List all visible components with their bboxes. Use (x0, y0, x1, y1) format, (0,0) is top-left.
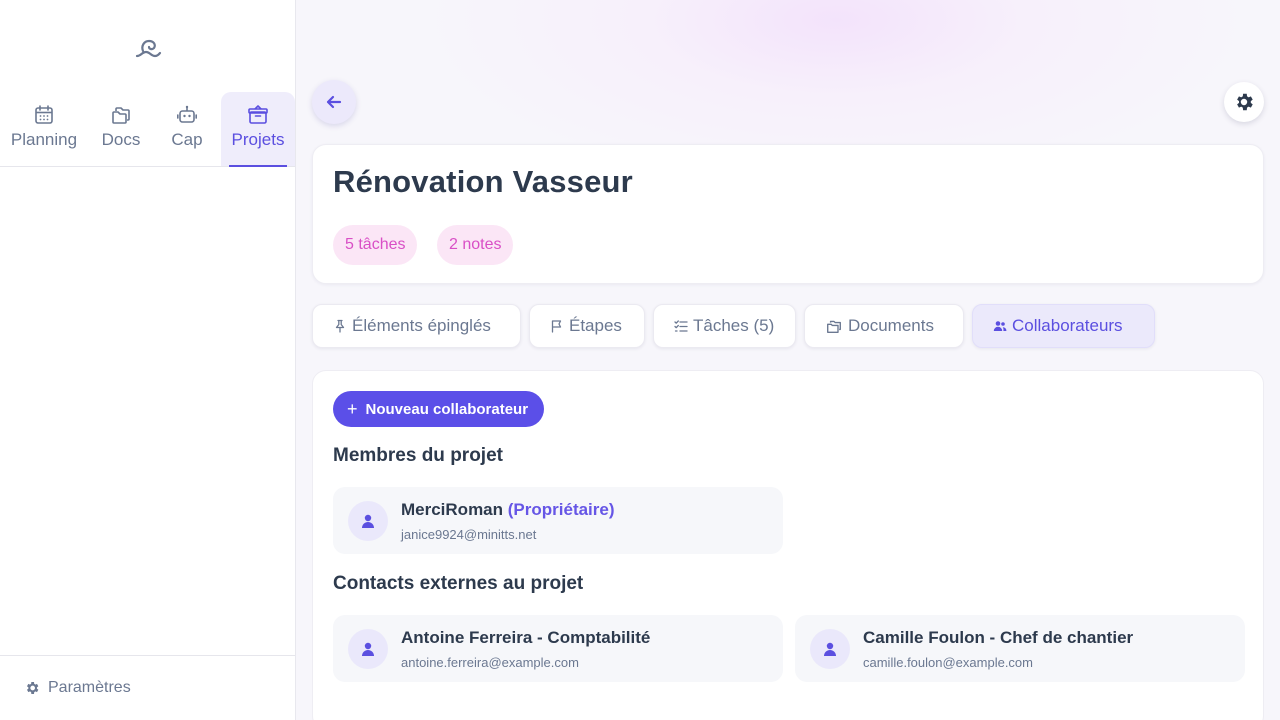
calendar-icon (35, 105, 53, 124)
new-collaborator-label: Nouveau collaborateur (365, 400, 529, 418)
user-icon (362, 642, 374, 656)
main-nav: Planning Docs Cap Projets (0, 92, 295, 167)
user-icon (824, 642, 836, 656)
plus-icon: + (347, 399, 358, 419)
notes-count-badge[interactable]: 2 notes (437, 225, 514, 265)
contact-email: camille.foulon@example.com (863, 655, 1033, 670)
settings-label: Paramètres (48, 679, 131, 696)
settings-link[interactable]: Paramètres (0, 655, 295, 720)
member-email: janice9924@minitts.net (401, 527, 537, 542)
external-section-title: Contacts externes au projet (333, 573, 584, 594)
nav-label: Docs (101, 130, 141, 149)
nav-label: Cap (171, 130, 203, 149)
user-icon (362, 514, 374, 528)
nav-item-cap[interactable]: Cap (160, 92, 214, 166)
nav-item-docs[interactable]: Docs (90, 92, 152, 166)
nav-item-projets[interactable]: Projets (221, 92, 295, 167)
avatar (348, 501, 388, 541)
member-name: MerciRoman (401, 500, 504, 519)
folders-icon (827, 320, 841, 333)
tab-stages[interactable]: Étapes (529, 304, 645, 348)
members-section-title: Membres du projet (333, 445, 503, 466)
avatar (810, 629, 850, 669)
tasks-count-badge[interactable]: 5 tâches (333, 225, 418, 265)
contact-email: antoine.ferreira@example.com (401, 655, 579, 670)
users-icon (993, 321, 1007, 331)
tab-label: Éléments épinglés (352, 316, 491, 335)
list-check-icon (674, 320, 688, 332)
owner-role: (Propriétaire) (507, 500, 615, 519)
pin-icon (335, 319, 345, 333)
external-contact-card[interactable]: Camille Foulon - Chef de chantier camill… (795, 615, 1245, 682)
member-card[interactable]: MerciRoman (Propriétaire) janice9924@min… (333, 487, 783, 554)
tab-label: Étapes (569, 316, 622, 335)
nav-label: Planning (10, 130, 78, 149)
tab-collaborators[interactable]: Collaborateurs (972, 304, 1155, 348)
contact-name: Antoine Ferreira - Comptabilité (401, 628, 651, 647)
external-contact-card[interactable]: Antoine Ferreira - Comptabilité antoine.… (333, 615, 783, 682)
back-button[interactable] (312, 80, 356, 124)
tab-label: Documents (848, 316, 934, 335)
nav-label: Projets (231, 130, 285, 149)
member-name-line: MerciRoman (Propriétaire) (401, 500, 615, 520)
main-area: Rénovation Vasseur 5 tâches 2 notes Élém… (296, 0, 1280, 720)
gear-icon (1237, 93, 1253, 111)
folders-icon (112, 107, 130, 124)
avatar (348, 629, 388, 669)
contact-name: Camille Foulon - Chef de chantier (863, 628, 1134, 647)
logo-wave-icon (135, 39, 162, 58)
project-header: Rénovation Vasseur 5 tâches 2 notes (312, 144, 1264, 284)
tab-label: Tâches (5) (693, 316, 775, 335)
tab-label: Collaborateurs (1012, 316, 1123, 335)
robot-icon (176, 105, 198, 123)
tab-tasks[interactable]: Tâches (5) (653, 304, 796, 348)
box-icon (248, 105, 268, 124)
tab-pinned[interactable]: Éléments épinglés (312, 304, 521, 348)
collaborators-panel: + Nouveau collaborateur Membres du proje… (312, 370, 1264, 720)
new-collaborator-button[interactable]: + Nouveau collaborateur (333, 391, 545, 427)
page-title: Rénovation Vasseur (333, 164, 633, 199)
nav-item-planning[interactable]: Planning (6, 92, 82, 166)
sidebar: Planning Docs Cap Projets Paramètres (0, 0, 296, 720)
arrow-left-icon (326, 95, 342, 109)
gear-icon (27, 682, 39, 694)
flag-icon (551, 320, 562, 333)
project-settings-button[interactable] (1224, 82, 1264, 122)
tab-documents[interactable]: Documents (804, 304, 964, 348)
